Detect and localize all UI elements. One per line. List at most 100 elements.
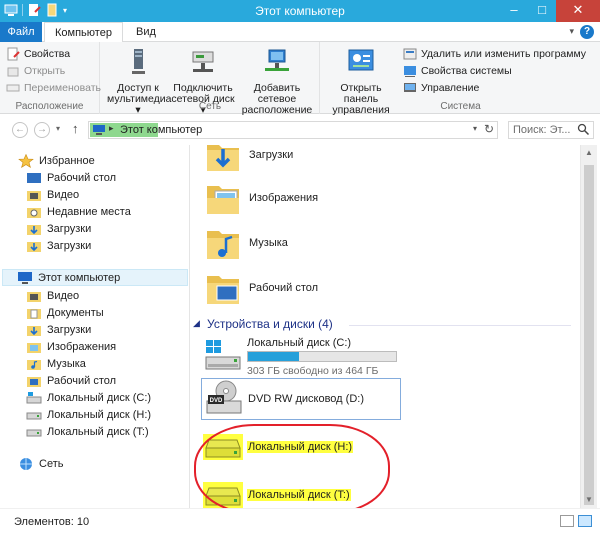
nav-this-pc[interactable]: Этот компьютер — [2, 269, 188, 286]
collapse-chevron-icon[interactable]: ◢ — [193, 318, 200, 329]
search-icon[interactable] — [577, 123, 590, 136]
uninstall-program-button[interactable]: Удалить или изменить программу — [403, 46, 586, 62]
uninstall-icon — [403, 48, 417, 60]
tab-view[interactable]: Вид — [126, 22, 166, 42]
minimize-button[interactable]: – — [500, 0, 528, 22]
rename-button[interactable]: Переименовать — [6, 80, 101, 96]
nav-pc-drive-t[interactable]: Локальный диск (T:) — [26, 423, 149, 440]
pictures-folder-icon — [207, 186, 239, 214]
tab-computer[interactable]: Компьютер — [44, 22, 123, 43]
manage-icon — [404, 83, 416, 92]
nav-fav-desktop[interactable]: Рабочий стол — [26, 169, 116, 186]
documents-folder-icon — [27, 308, 41, 319]
nav-fav-videos[interactable]: Видео — [26, 186, 79, 203]
search-box[interactable]: Поиск: Эт... — [508, 121, 594, 139]
video-folder-icon — [27, 190, 41, 201]
nav-pc-music[interactable]: Музыка — [26, 355, 86, 372]
drive-c-usage-bar — [247, 351, 397, 362]
dvd-drive-icon: DVD — [206, 380, 242, 414]
downloads-folder-icon — [27, 224, 41, 235]
breadcrumb-separator-icon[interactable]: ▸ — [109, 123, 114, 134]
folder-pictures[interactable]: Изображения — [203, 176, 318, 220]
details-view-button[interactable] — [560, 515, 574, 527]
drive-dvd[interactable]: DVD DVD RW дисковод (D:) — [201, 378, 401, 420]
drive-c[interactable]: Локальный диск (C:) 303 ГБ свободно из 4… — [201, 337, 411, 377]
nav-network[interactable]: Сеть — [18, 455, 63, 472]
title-bar: ▾ Этот компьютер – □ ✕ — [0, 0, 600, 22]
windows-drive-icon — [205, 340, 241, 370]
group-label-network: Сеть — [198, 101, 222, 112]
ribbon-group-network: Доступ к мультимедиа ▾ Подключить сетево… — [101, 42, 320, 116]
media-server-icon — [132, 49, 145, 74]
desktop-folder-icon — [207, 276, 239, 304]
nav-pc-drive-h[interactable]: Локальный диск (H:) — [26, 406, 151, 423]
nav-pc-drive-c[interactable]: Локальный диск (C:) — [26, 389, 151, 406]
star-icon — [18, 153, 34, 168]
ribbon-tab-bar: Файл Компьютер Вид ▾ ? — [0, 22, 600, 43]
music-folder-icon — [207, 231, 239, 259]
ribbon: Свойства Открыть Переименовать Расположе… — [0, 42, 600, 116]
hard-drive-icon — [26, 429, 42, 436]
music-folder-icon — [27, 359, 41, 370]
open-icon — [7, 67, 19, 77]
collapse-ribbon-icon[interactable]: ▾ — [569, 26, 574, 37]
properties-button[interactable]: Свойства — [6, 46, 70, 62]
desktop-icon — [27, 172, 41, 183]
rename-icon — [6, 84, 20, 92]
search-placeholder: Поиск: Эт... — [513, 124, 571, 136]
group-label-system: Система — [440, 101, 481, 112]
navigation-bar: ← → ▾ ↑ ▸ Этот компьютер ▾ ↻ Поиск: Эт..… — [0, 115, 600, 145]
network-drive-icon — [192, 51, 214, 72]
video-folder-icon — [27, 291, 41, 302]
recent-places-icon — [27, 207, 41, 218]
recent-locations-icon[interactable]: ▾ — [56, 124, 60, 133]
forward-button[interactable]: → — [34, 122, 50, 138]
folder-downloads[interactable]: Загрузки — [203, 133, 293, 177]
computer-icon — [93, 125, 105, 135]
status-bar: Элементов: 10 — [0, 508, 600, 533]
scroll-down-icon[interactable]: ▼ — [581, 492, 597, 508]
manage-button[interactable]: Управление — [403, 80, 479, 96]
up-arrow-icon[interactable]: ↑ — [72, 121, 79, 136]
scroll-thumb[interactable] — [584, 165, 594, 505]
devices-group-header[interactable]: ◢ Устройства и диски (4) — [191, 317, 571, 333]
breadcrumb-this-pc[interactable]: Этот компьютер — [120, 124, 202, 136]
ribbon-group-location: Свойства Открыть Переименовать Расположе… — [0, 42, 101, 114]
nav-fav-downloads-2[interactable]: Загрузки — [26, 237, 91, 254]
refresh-icon[interactable]: ↻ — [484, 122, 494, 136]
nav-pc-downloads[interactable]: Загрузки — [26, 321, 91, 338]
scroll-up-icon[interactable]: ▲ — [581, 145, 597, 161]
network-location-icon — [265, 49, 289, 71]
ribbon-group-system: Открыть панель управления Удалить или из… — [321, 42, 600, 116]
computer-icon — [18, 271, 32, 284]
back-button[interactable]: ← — [12, 122, 28, 138]
downloads-folder-icon — [207, 145, 239, 171]
system-properties-icon — [404, 66, 416, 77]
item-count: Элементов: 10 — [14, 516, 90, 528]
folder-desktop[interactable]: Рабочий стол — [203, 266, 318, 310]
nav-pc-videos[interactable]: Видео — [26, 287, 79, 304]
network-icon — [20, 457, 32, 470]
nav-favorites[interactable]: Избранное — [18, 152, 95, 169]
pictures-folder-icon — [27, 342, 41, 353]
help-icon[interactable]: ? — [580, 25, 594, 39]
downloads-folder-icon — [27, 241, 41, 252]
nav-pc-documents[interactable]: Документы — [26, 304, 104, 321]
desktop-icon — [27, 376, 41, 387]
close-button[interactable]: ✕ — [556, 0, 600, 22]
hard-drive-icon — [26, 412, 42, 419]
red-annotation-circle — [194, 424, 390, 514]
properties-icon — [7, 47, 20, 61]
vertical-scrollbar[interactable]: ▲ ▼ — [580, 145, 597, 508]
folder-music[interactable]: Музыка — [203, 221, 288, 265]
nav-pc-pictures[interactable]: Изображения — [26, 338, 116, 355]
address-dropdown-icon[interactable]: ▾ — [473, 124, 477, 133]
nav-fav-recent[interactable]: Недавние места — [26, 203, 131, 220]
open-button[interactable]: Открыть — [6, 63, 65, 79]
system-properties-button[interactable]: Свойства системы — [403, 63, 512, 79]
nav-fav-downloads[interactable]: Загрузки — [26, 220, 91, 237]
nav-pc-desktop[interactable]: Рабочий стол — [26, 372, 116, 389]
tiles-view-button[interactable] — [578, 515, 592, 527]
maximize-button[interactable]: □ — [528, 0, 556, 22]
tab-file[interactable]: Файл — [0, 22, 42, 42]
